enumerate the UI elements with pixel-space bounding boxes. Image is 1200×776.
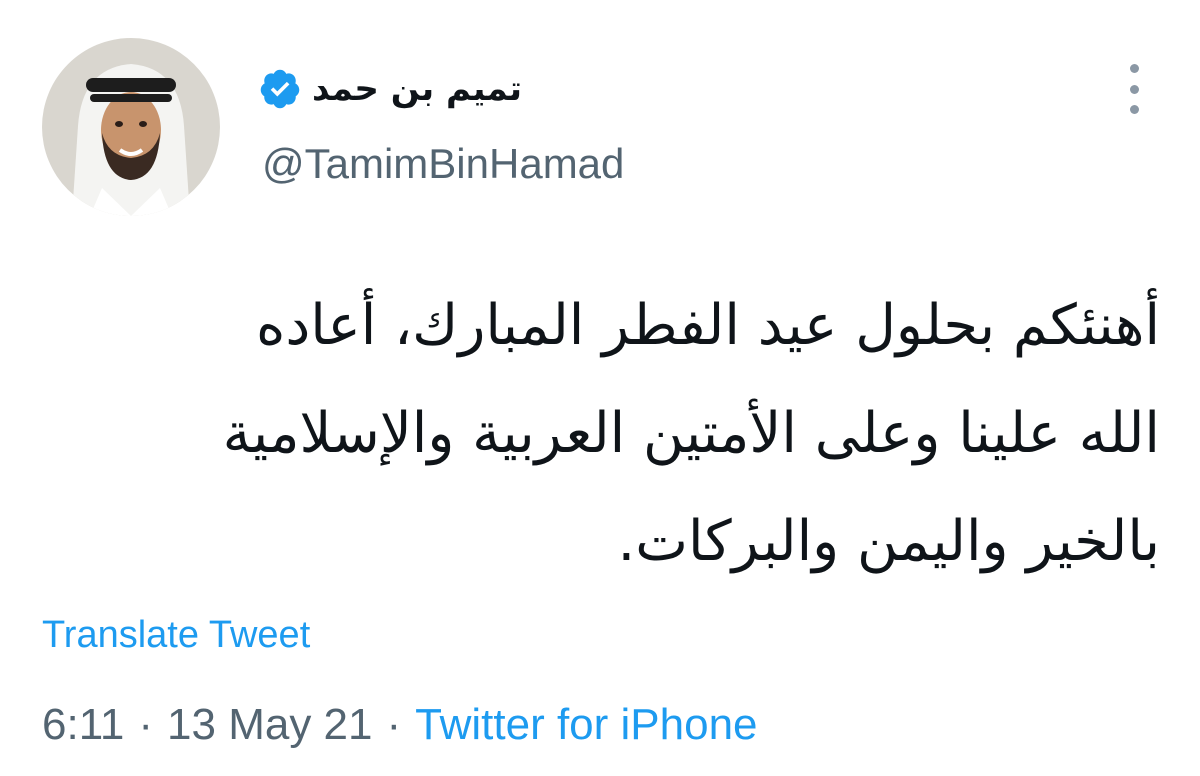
author-row: تميم بن حمد: [258, 64, 522, 114]
tweet-source-link[interactable]: Twitter for iPhone: [415, 700, 757, 750]
tweet-time[interactable]: 6:11: [42, 700, 124, 750]
meta-separator: ·: [386, 700, 402, 749]
tweet-card: تميم بن حمد @TamimBinHamad أهنئكم بحلول …: [0, 0, 1200, 776]
translate-tweet-link[interactable]: Translate Tweet: [42, 614, 310, 657]
tweet-text-line: بالخير واليمن والبركات.: [617, 509, 1160, 574]
meta-separator: ·: [138, 700, 154, 749]
more-dot: [1129, 64, 1139, 73]
verified-badge-icon: [258, 67, 302, 111]
tweet-metadata: 6:11 · 13 May 21 · Twitter for iPhone: [42, 700, 758, 750]
more-dot: [1129, 105, 1139, 114]
avatar-image: [42, 38, 220, 216]
tweet-text-line: أهنئكم بحلول عيد الفطر المبارك، أعاده: [255, 293, 1160, 358]
user-handle[interactable]: @TamimBinHamad: [262, 140, 624, 188]
more-dot: [1129, 84, 1139, 94]
tweet-text-line: الله علينا وعلى الأمتين العربية والإسلام…: [222, 401, 1160, 466]
avatar[interactable]: [42, 38, 220, 216]
tweet-date[interactable]: 13 May 21: [167, 700, 372, 750]
more-vertical-icon[interactable]: [1122, 64, 1146, 114]
display-name[interactable]: تميم بن حمد: [312, 69, 522, 109]
tweet-text: أهنئكم بحلول عيد الفطر المبارك، أعاده ال…: [30, 272, 1160, 596]
